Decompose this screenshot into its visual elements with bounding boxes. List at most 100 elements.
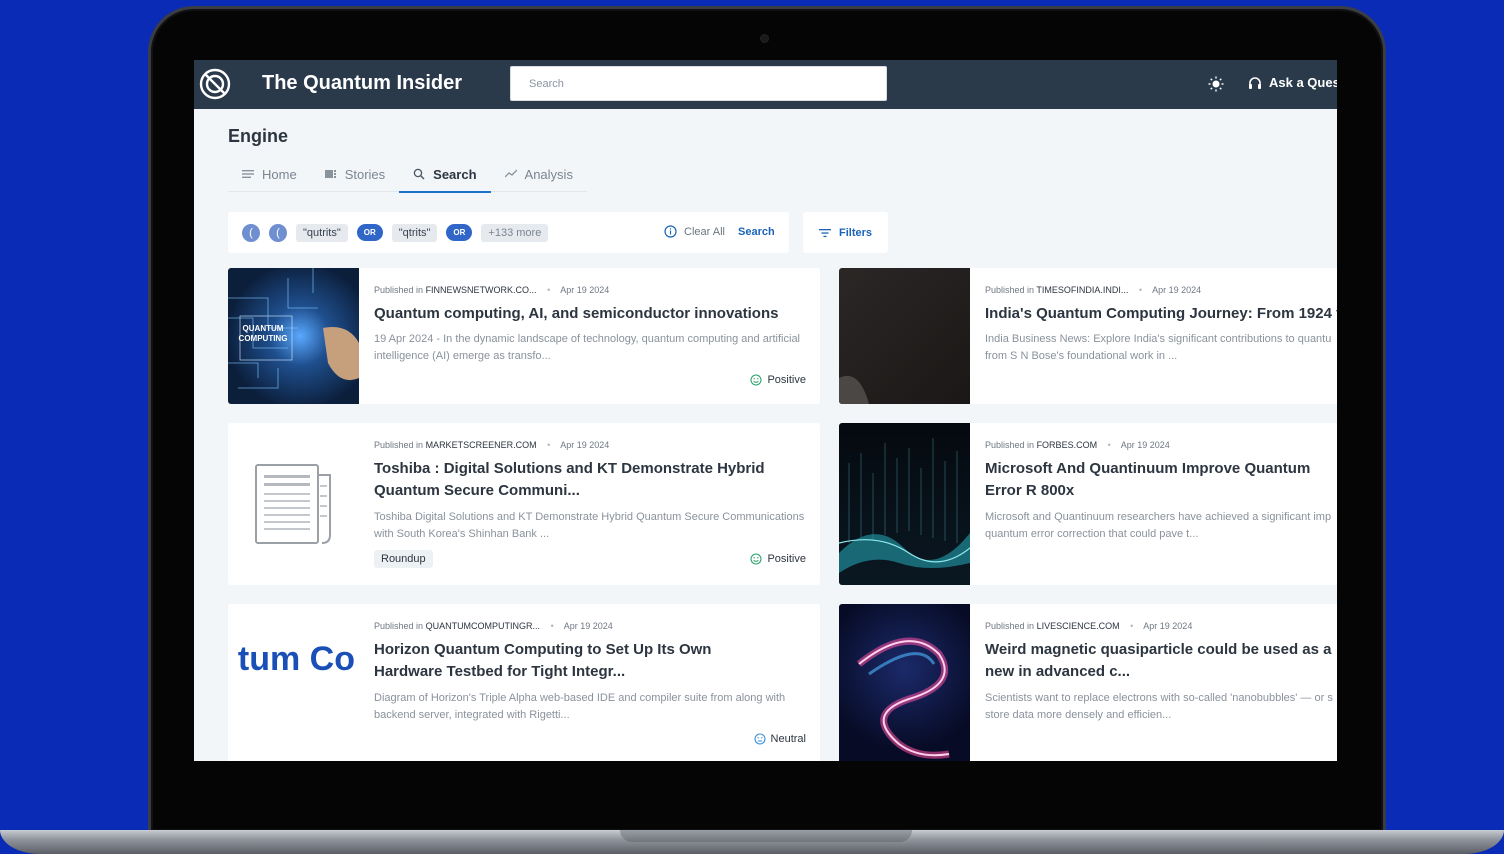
page-title: Engine (228, 126, 289, 146)
category-tag[interactable]: Roundup (374, 550, 433, 568)
tab-label: Search (433, 166, 477, 182)
clear-all-label: Clear All (684, 225, 725, 238)
trend-icon (504, 169, 517, 178)
article-snippet: Scientists want to replace electrons wit… (985, 692, 1333, 721)
source-link[interactable]: QUANTUMCOMPUTINGR... (426, 621, 541, 631)
source-link[interactable]: TIMESOFINDIA.INDI... (1036, 285, 1128, 295)
tab-search[interactable]: Search (399, 156, 491, 193)
stories-icon (324, 170, 336, 178)
article-card[interactable]: Published in TIMESOFINDIA.INDI... • Apr … (839, 268, 1337, 404)
published-prefix: Published in (374, 621, 424, 631)
article-snippet: Microsoft and Quantinuum researchers hav… (985, 511, 1332, 540)
published-prefix: Published in (985, 440, 1035, 450)
article-card[interactable]: Published in MARKETSCREENER.COM • Apr 19… (228, 423, 820, 585)
article-thumbnail (228, 423, 359, 585)
info-icon (664, 225, 677, 238)
article-snippet: 19 Apr 2024 - In the dynamic landscape o… (374, 333, 801, 362)
tab-label: Stories (344, 166, 386, 182)
publish-date: Apr 19 2024 (1120, 440, 1170, 450)
tab-label: Home (262, 166, 297, 182)
operator-chip[interactable]: OR (356, 224, 383, 241)
search-icon (413, 168, 425, 180)
article-body: Published in MARKETSCREENER.COM • Apr 19… (374, 423, 806, 585)
publish-date: Apr 19 2024 (560, 285, 610, 295)
search-button[interactable]: Search (738, 226, 775, 238)
smile-icon (750, 374, 763, 386)
article-card[interactable]: tum Co Published in QUANTUMCOMPUTINGR...… (228, 604, 820, 761)
app-screen: The Quantum Insider Search Ask a Quest E… (194, 60, 1337, 761)
data-wave-image (839, 438, 970, 573)
search-input[interactable]: Search (510, 66, 887, 101)
article-card[interactable]: Published in FORBES.COM • Apr 19 2024 Mi… (839, 423, 1337, 585)
clear-all-button[interactable]: Clear All (664, 225, 725, 238)
filters-label: Filters (838, 226, 872, 239)
source-link[interactable]: LIVESCIENCE.COM (1037, 621, 1120, 631)
ask-label: Ask a Quest (1269, 75, 1337, 90)
article-title[interactable]: India's Quantum Computing Journey: From … (985, 303, 1337, 325)
article-thumbnail (839, 604, 970, 761)
newspaper-icon (255, 464, 331, 544)
term-chip[interactable]: "qtrits" (391, 223, 438, 242)
article-meta: Published in TIMESOFINDIA.INDI... • Apr … (985, 285, 1201, 295)
paren-chip[interactable]: ( (242, 223, 260, 242)
publish-date: Apr 19 2024 (1152, 285, 1202, 295)
article-thumbnail: QUANTUM COMPUTING (228, 268, 359, 404)
headset-icon (1249, 76, 1261, 89)
separator: • (1138, 285, 1143, 295)
particle-swirl-image (856, 637, 950, 759)
sentiment-label: Neutral (770, 733, 806, 745)
article-body: Published in QUANTUMCOMPUTINGR... • Apr … (374, 604, 806, 761)
article-thumbnail: tum Co (228, 604, 359, 761)
laptop-notch (620, 830, 912, 842)
article-snippet: Diagram of Horizon's Triple Alpha web-ba… (374, 692, 786, 721)
tab-analysis[interactable]: Analysis (491, 156, 587, 192)
separator: • (1107, 440, 1111, 450)
article-body: Published in LIVESCIENCE.COM • Apr 19 20… (985, 604, 1337, 761)
sentiment-label: Positive (767, 374, 806, 386)
paren-chip[interactable]: ( (269, 223, 287, 242)
source-link[interactable]: FINNEWSNETWORK.CO... (426, 285, 537, 295)
article-body: Published in FINNEWSNETWORK.CO... • Apr … (374, 268, 806, 404)
sentiment-badge: Positive (750, 374, 806, 386)
sentiment-label: Positive (767, 553, 806, 565)
article-body: Published in FORBES.COM • Apr 19 2024 Mi… (985, 423, 1337, 585)
article-body: Published in TIMESOFINDIA.INDI... • Apr … (985, 268, 1337, 404)
article-card[interactable]: Published in LIVESCIENCE.COM • Apr 19 20… (839, 604, 1337, 761)
article-meta: Published in FINNEWSNETWORK.CO... • Apr … (374, 285, 609, 295)
sentiment-badge: Positive (750, 553, 806, 565)
article-meta: Published in QUANTUMCOMPUTINGR... • Apr … (374, 621, 613, 631)
tab-label: Analysis (524, 166, 573, 182)
dark-photo (839, 375, 869, 404)
tab-home[interactable]: Home (228, 156, 311, 192)
webcam (760, 34, 769, 43)
article-card[interactable]: QUANTUM COMPUTING Published in FINNEWSNE… (228, 268, 820, 404)
operator-chip[interactable]: OR (446, 224, 473, 241)
published-prefix: Published in (985, 285, 1035, 295)
theme-toggle-icon[interactable] (1208, 76, 1224, 92)
article-title[interactable]: Toshiba : Digital Solutions and KT Demon… (374, 458, 806, 502)
tab-stories[interactable]: Stories (311, 156, 399, 192)
article-thumbnail (839, 268, 970, 404)
publish-date: Apr 19 2024 (560, 440, 610, 450)
article-meta: Published in FORBES.COM • Apr 19 2024 (985, 440, 1170, 450)
filters-button[interactable]: Filters (803, 212, 888, 253)
article-thumbnail (839, 423, 970, 585)
ask-question-button[interactable]: Ask a Quest (1248, 75, 1337, 90)
article-title[interactable]: Quantum computing, AI, and semiconductor… (374, 303, 806, 325)
article-title[interactable]: Weird magnetic quasiparticle could be us… (985, 639, 1337, 683)
separator: • (547, 440, 551, 450)
smile-icon (750, 553, 763, 565)
source-link[interactable]: MARKETSCREENER.COM (426, 440, 537, 450)
sentiment-badge: Neutral (753, 733, 806, 745)
more-terms-chip[interactable]: +133 more (481, 223, 549, 242)
logo-icon[interactable] (199, 68, 231, 100)
term-chip[interactable]: "qutrits" (296, 223, 348, 242)
query-builder[interactable]: ( ( "qutrits" OR "qtrits" OR +133 more C… (228, 212, 789, 253)
article-snippet: Toshiba Digital Solutions and KT Demonst… (374, 511, 805, 540)
brand-title[interactable]: The Quantum Insider (262, 72, 462, 95)
source-link[interactable]: FORBES.COM (1037, 440, 1098, 450)
article-title[interactable]: Microsoft And Quantinuum Improve Quantum… (985, 458, 1337, 502)
article-title[interactable]: Horizon Quantum Computing to Set Up Its … (374, 639, 766, 683)
thumb-caption: QUANTUM COMPUTING (238, 324, 288, 343)
thumb-caption: tum Co (237, 640, 355, 678)
